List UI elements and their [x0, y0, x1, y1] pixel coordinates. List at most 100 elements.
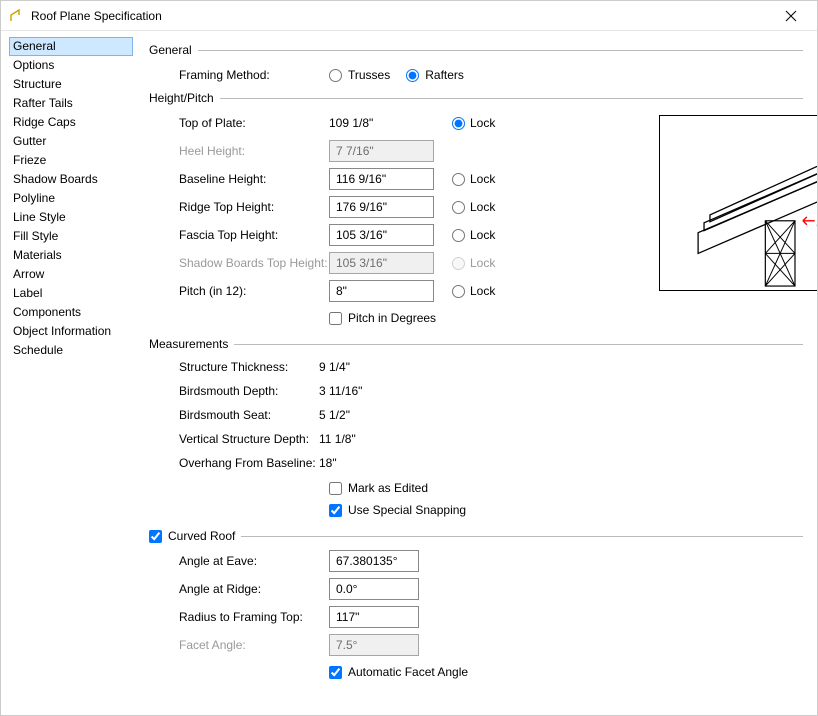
structure-thickness-label: Structure Thickness:	[179, 360, 319, 374]
titlebar: Roof Plane Specification	[1, 1, 817, 31]
trusses-radio-label[interactable]: Trusses	[329, 68, 390, 82]
dialog-window: Roof Plane Specification General Options…	[0, 0, 818, 716]
automatic-facet-angle-text: Automatic Facet Angle	[348, 665, 468, 679]
trusses-radio[interactable]	[329, 69, 342, 82]
mark-as-edited-text: Mark as Edited	[348, 481, 428, 495]
ridge-top-height-label: Ridge Top Height:	[179, 200, 329, 214]
section-height-pitch-header: Height/Pitch	[149, 91, 803, 105]
facet-angle-input	[329, 634, 419, 656]
sidebar-item-fill-style[interactable]: Fill Style	[9, 227, 133, 246]
section-measurements-title: Measurements	[149, 337, 228, 351]
angle-at-eave-input[interactable]	[329, 550, 419, 572]
shadow-boards-top-height-input	[329, 252, 434, 274]
sidebar-item-components[interactable]: Components	[9, 303, 133, 322]
overhang-from-baseline-label: Overhang From Baseline:	[179, 456, 319, 470]
lock-fascia-radio[interactable]	[452, 229, 465, 242]
lock-fascia-text: Lock	[470, 228, 495, 242]
sidebar-item-rafter-tails[interactable]: Rafter Tails	[9, 94, 133, 113]
section-measurements-header: Measurements	[149, 337, 803, 351]
sidebar-item-frieze[interactable]: Frieze	[9, 151, 133, 170]
lock-baseline-text: Lock	[470, 172, 495, 186]
sidebar-item-shadow-boards[interactable]: Shadow Boards	[9, 170, 133, 189]
use-special-snapping-checkbox[interactable]	[329, 504, 342, 517]
roof-preview: Lock	[659, 115, 817, 291]
main-panel: General Framing Method: Trusses Rafters	[141, 31, 817, 715]
pitch-input[interactable]	[329, 280, 434, 302]
sidebar-item-schedule[interactable]: Schedule	[9, 341, 133, 360]
lock-pitch-text: Lock	[470, 284, 495, 298]
sidebar-item-structure[interactable]: Structure	[9, 75, 133, 94]
baseline-height-label: Baseline Height:	[179, 172, 329, 186]
pitch-in-degrees-checkbox[interactable]	[329, 312, 342, 325]
sidebar-item-line-style[interactable]: Line Style	[9, 208, 133, 227]
section-general-header: General	[149, 43, 803, 57]
curved-roof-checkbox[interactable]	[149, 530, 162, 543]
heel-height-label: Heel Height:	[179, 144, 329, 158]
divider	[198, 50, 803, 51]
sidebar-item-materials[interactable]: Materials	[9, 246, 133, 265]
app-icon	[9, 8, 25, 24]
divider	[234, 344, 803, 345]
section-curved-roof-title: Curved Roof	[168, 529, 235, 543]
sidebar-item-ridge-caps[interactable]: Ridge Caps	[9, 113, 133, 132]
rafters-radio-label[interactable]: Rafters	[406, 68, 464, 82]
top-of-plate-label: Top of Plate:	[179, 116, 329, 130]
top-of-plate-value: 109 1/8"	[329, 116, 434, 130]
mark-as-edited-checkbox[interactable]	[329, 482, 342, 495]
dialog-body: General Options Structure Rafter Tails R…	[1, 31, 817, 715]
lock-top-plate-text: Lock	[470, 116, 495, 130]
structure-thickness-row: Structure Thickness: 9 1/4"	[149, 357, 803, 377]
lock-ridge-text: Lock	[470, 200, 495, 214]
overhang-from-baseline-value: 18"	[319, 456, 337, 470]
sidebar: General Options Structure Rafter Tails R…	[1, 31, 141, 715]
section-height-pitch-title: Height/Pitch	[149, 91, 214, 105]
divider	[241, 536, 803, 537]
section-curved-roof-header: Curved Roof	[149, 529, 803, 543]
divider	[220, 98, 803, 99]
sidebar-item-arrow[interactable]: Arrow	[9, 265, 133, 284]
lock-marker: Lock	[803, 211, 817, 227]
close-button[interactable]	[771, 2, 811, 30]
angle-at-eave-label: Angle at Eave:	[179, 554, 329, 568]
rafters-radio[interactable]	[406, 69, 419, 82]
sidebar-item-general[interactable]: General	[9, 37, 133, 56]
framing-method-row: Framing Method: Trusses Rafters	[149, 63, 803, 87]
angle-at-ridge-row: Angle at Ridge:	[149, 577, 803, 601]
sidebar-item-label[interactable]: Label	[9, 284, 133, 303]
structure-thickness-value: 9 1/4"	[319, 360, 350, 374]
pitch-label: Pitch (in 12):	[179, 284, 329, 298]
section-general-title: General	[149, 43, 192, 57]
fascia-top-height-label: Fascia Top Height:	[179, 228, 329, 242]
heel-height-input	[329, 140, 434, 162]
facet-angle-row: Facet Angle:	[149, 633, 803, 657]
sidebar-item-gutter[interactable]: Gutter	[9, 132, 133, 151]
overhang-from-baseline-row: Overhang From Baseline: 18"	[149, 453, 803, 473]
lock-baseline-radio[interactable]	[452, 173, 465, 186]
angle-at-eave-row: Angle at Eave:	[149, 549, 803, 573]
birdsmouth-seat-value: 5 1/2"	[319, 408, 350, 422]
radius-to-framing-top-label: Radius to Framing Top:	[179, 610, 329, 624]
sidebar-item-options[interactable]: Options	[9, 56, 133, 75]
automatic-facet-angle-checkbox[interactable]	[329, 666, 342, 679]
automatic-facet-angle-row: Automatic Facet Angle	[329, 661, 803, 683]
radius-to-framing-top-input[interactable]	[329, 606, 419, 628]
angle-at-ridge-input[interactable]	[329, 578, 419, 600]
pitch-in-degrees-row: Pitch in Degrees	[329, 307, 803, 329]
ridge-top-height-input[interactable]	[329, 196, 434, 218]
pitch-in-degrees-text: Pitch in Degrees	[348, 311, 436, 325]
fascia-top-height-input[interactable]	[329, 224, 434, 246]
framing-method-label: Framing Method:	[179, 68, 329, 82]
sidebar-item-polyline[interactable]: Polyline	[9, 189, 133, 208]
lock-shadow-radio	[452, 257, 465, 270]
use-special-snapping-row: Use Special Snapping	[329, 499, 803, 521]
shadow-boards-top-height-label: Shadow Boards Top Height:	[179, 256, 329, 270]
lock-pitch-radio[interactable]	[452, 285, 465, 298]
lock-ridge-radio[interactable]	[452, 201, 465, 214]
vertical-structure-depth-value: 11 1/8"	[319, 432, 356, 446]
trusses-text: Trusses	[348, 68, 390, 82]
sidebar-item-object-information[interactable]: Object Information	[9, 322, 133, 341]
birdsmouth-seat-label: Birdsmouth Seat:	[179, 408, 319, 422]
baseline-height-input[interactable]	[329, 168, 434, 190]
radius-to-framing-top-row: Radius to Framing Top:	[149, 605, 803, 629]
lock-top-plate-radio[interactable]	[452, 117, 465, 130]
